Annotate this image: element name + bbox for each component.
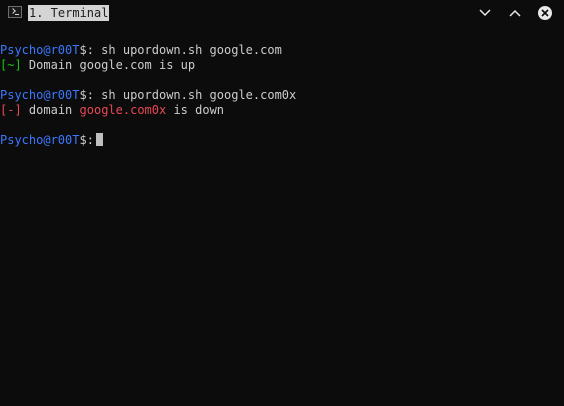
command-line: Psycho@r00T$: sh upordown.sh google.com0… [0, 88, 564, 103]
command-line: Psycho@r00T$: sh upordown.sh google.com [0, 43, 564, 58]
prompt-symbol: $: [79, 43, 94, 57]
prompt-symbol: $: [79, 133, 94, 147]
output-text: Domain google.com is up [28, 58, 196, 72]
output-text: domain [28, 103, 73, 117]
prompt-user: Psycho@r00T [0, 133, 80, 147]
prompt-user: Psycho@r00T [0, 88, 80, 102]
error-marker: [-] [0, 103, 22, 117]
chevron-up-icon[interactable] [504, 2, 526, 24]
output-line: [-] domain google.com0x is down [0, 103, 564, 118]
terminal-icon [8, 6, 22, 18]
prompt-symbol: $: [79, 88, 94, 102]
output-line: [~] Domain google.com is up [0, 58, 564, 73]
failed-domain: google.com0x [79, 103, 167, 117]
terminal-output[interactable]: Psycho@r00T$: sh upordown.sh google.com … [0, 43, 564, 148]
window-title: 1. Terminal [28, 5, 110, 21]
text-cursor[interactable] [95, 133, 103, 146]
success-marker: [~] [0, 58, 22, 72]
close-icon[interactable] [534, 2, 556, 24]
terminal-window: 1. Terminal Psycho@r00T$: sh upordown.sh… [0, 0, 564, 406]
output-text: is down [173, 103, 225, 117]
command-text: sh upordown.sh google.com [101, 43, 282, 57]
chevron-down-icon[interactable] [474, 2, 496, 24]
title-bar[interactable]: 1. Terminal [0, 0, 564, 26]
prompt-user: Psycho@r00T [0, 43, 80, 57]
active-prompt-line[interactable]: Psycho@r00T$: [0, 133, 564, 148]
command-text: sh upordown.sh google.com0x [101, 88, 297, 102]
